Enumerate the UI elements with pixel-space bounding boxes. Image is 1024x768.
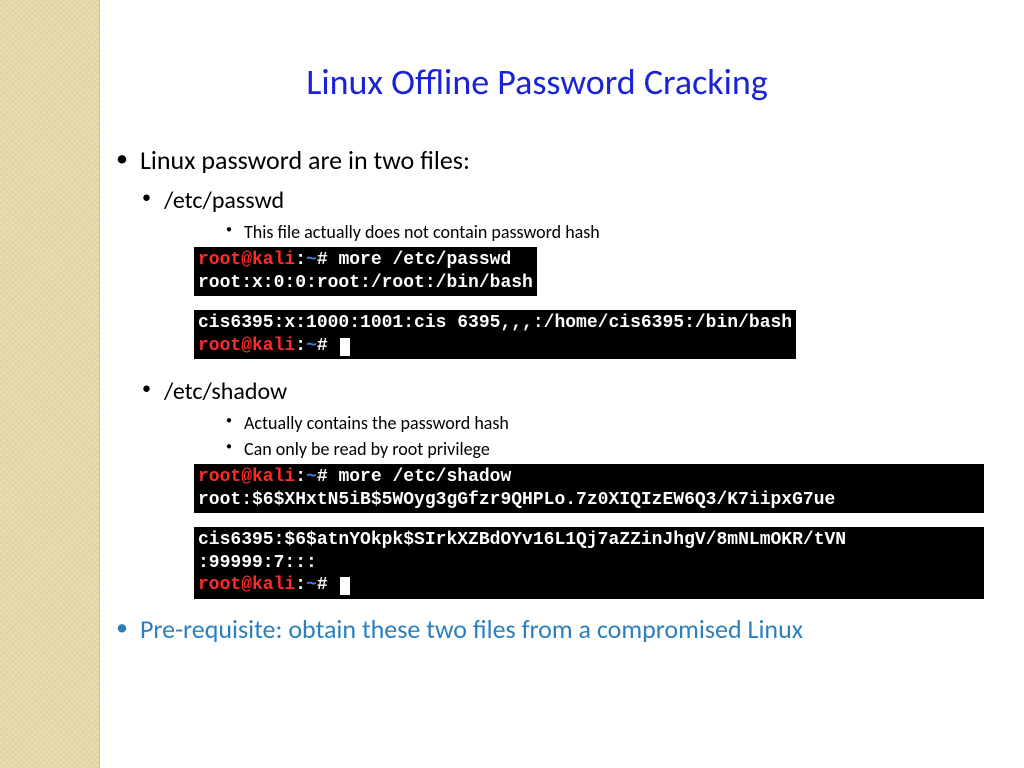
prompt-sep: : [295, 467, 306, 487]
out-passwd-root: root:x:0:0:root:/root:/bin/bash [198, 273, 533, 293]
shadow-note-1: Actually contains the password hash [222, 412, 1004, 434]
bullet-etc-shadow: /etc/shadow Actually contains the passwo… [140, 377, 1004, 599]
out-shadow-root: root:$6$XHxtN5iB$5WOyg3gGfzr9QHPLo.7z0XI… [198, 490, 835, 510]
prompt-user: root@kali [198, 250, 295, 270]
prompt-user: root@kali [198, 575, 295, 595]
prompt-path: ~ [306, 336, 317, 356]
prompt-hash: # [317, 575, 339, 595]
cursor-icon [340, 577, 350, 595]
prompt-hash: # [317, 467, 339, 487]
prompt-sep: : [295, 336, 306, 356]
slide-body: Linux Offline Password Cracking Linux pa… [100, 0, 1024, 768]
prompt-hash: # [317, 336, 339, 356]
prompt-path: ~ [306, 575, 317, 595]
terminal-passwd-2: cis6395:x:1000:1001:cis 6395,,,:/home/ci… [194, 310, 796, 359]
out-shadow-cis-l2: :99999:7::: [198, 553, 317, 573]
etc-passwd-label: /etc/passwd [164, 186, 284, 215]
slide-title: Linux Offline Password Cracking [70, 60, 1004, 104]
prereq-text: Pre-requisite: obtain these two files fr… [140, 613, 803, 645]
bullet-etc-passwd: /etc/passwd This file actually does not … [140, 186, 1004, 359]
prompt-sep: : [295, 575, 306, 595]
terminal-shadow-2: cis6395:$6$atnYOkpk$SIrkXZBdOYv16L1Qj7aZ… [194, 527, 984, 599]
prompt-path: ~ [306, 250, 317, 270]
shadow-note-2: Can only be read by root privilege [222, 438, 1004, 460]
etc-shadow-label: /etc/shadow [164, 377, 287, 406]
out-shadow-cis-l1: cis6395:$6$atnYOkpk$SIrkXZBdOYv16L1Qj7aZ… [198, 530, 846, 550]
cmd-more-shadow: more /etc/shadow [338, 467, 511, 487]
terminal-passwd-1: root@kali:~# more /etc/passwd root:x:0:0… [194, 247, 537, 296]
intro-text: Linux password are in two files: [140, 144, 470, 176]
prompt-hash: # [317, 250, 339, 270]
prompt-path: ~ [306, 467, 317, 487]
side-accent [0, 0, 100, 768]
passwd-note: This file actually does not contain pass… [222, 221, 1004, 243]
bullet-prereq: Pre-requisite: obtain these two files fr… [110, 613, 1004, 645]
cursor-icon [340, 338, 350, 356]
bullet-list: Linux password are in two files: /etc/pa… [110, 144, 1004, 645]
prompt-user: root@kali [198, 467, 295, 487]
cmd-more-passwd: more /etc/passwd [338, 250, 511, 270]
terminal-shadow-1: root@kali:~# more /etc/shadow root:$6$XH… [194, 464, 984, 513]
out-passwd-cis: cis6395:x:1000:1001:cis 6395,,,:/home/ci… [198, 313, 792, 333]
bullet-intro: Linux password are in two files: /etc/pa… [110, 144, 1004, 599]
prompt-user: root@kali [198, 336, 295, 356]
prompt-sep: : [295, 250, 306, 270]
